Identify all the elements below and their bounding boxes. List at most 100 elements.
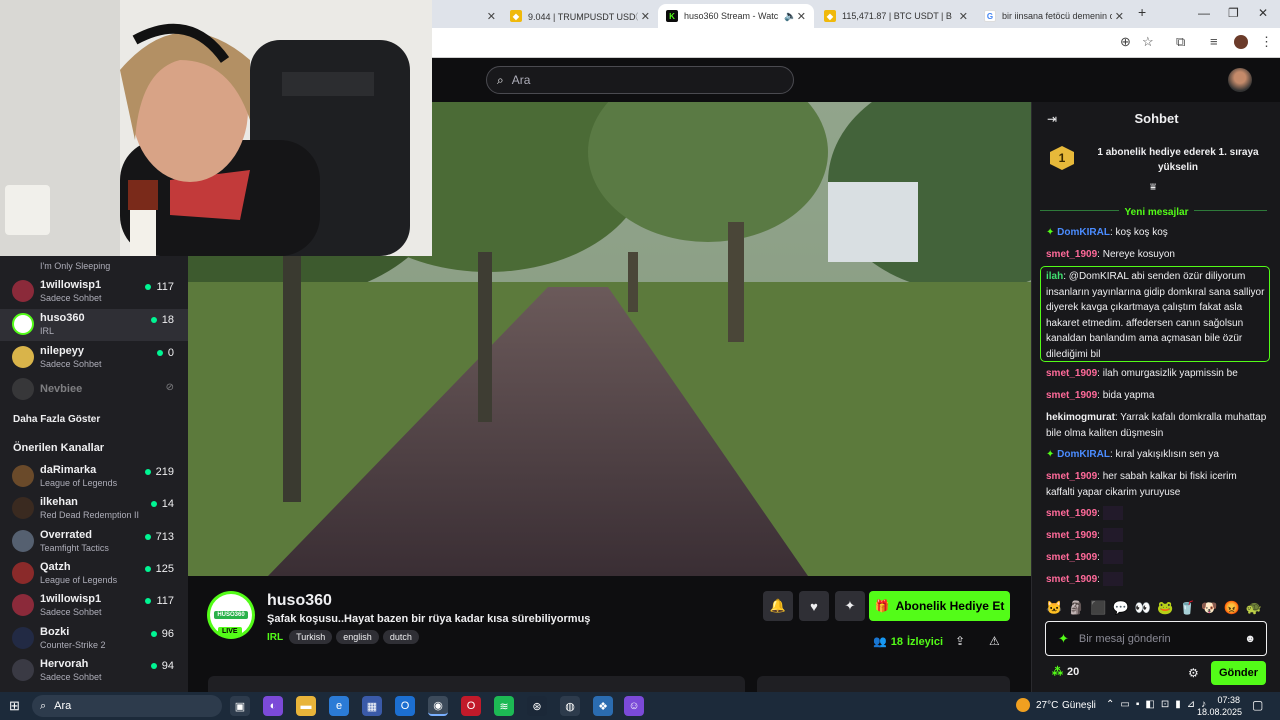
chat-username[interactable]: smet_1909 — [1046, 552, 1097, 563]
share-icon[interactable]: ⇪ — [955, 634, 965, 648]
zoom-icon[interactable]: ⊕ — [1120, 34, 1131, 50]
emote-cat-icon[interactable]: 🐱 — [1046, 600, 1062, 616]
emote-frog-icon[interactable]: 🐸 — [1157, 600, 1173, 616]
boost-button[interactable]: ✦ — [835, 591, 865, 621]
maximize-button[interactable]: ❐ — [1228, 6, 1239, 20]
channel-name[interactable]: huso360 — [267, 592, 332, 610]
chat-message[interactable]: smet_1909: — [1046, 528, 1268, 544]
chat-username[interactable]: smet_1909 — [1046, 249, 1097, 260]
chat-username[interactable]: smet_1909 — [1046, 530, 1097, 541]
app-icon[interactable]: ◍ — [560, 696, 580, 716]
minimize-button[interactable]: — — [1198, 6, 1210, 20]
tag[interactable]: dutch — [382, 630, 419, 644]
search-input[interactable]: ⌕ Ara — [486, 66, 794, 94]
chat-message[interactable]: smet_1909: — [1046, 550, 1268, 566]
expand-icon[interactable]: ⩸ — [1150, 182, 1156, 193]
clock-time[interactable]: 07:38 — [1204, 695, 1240, 705]
chat-message[interactable]: smet_1909: bida yapma — [1046, 388, 1268, 404]
chat-username[interactable]: smet_1909 — [1046, 574, 1097, 585]
close-icon[interactable]: ✕ — [797, 10, 806, 23]
media-control-icon[interactable]: ≡ — [1210, 34, 1218, 49]
chat-message-highlighted[interactable]: ilah: @DomKIRAL abi senden özür diliyoru… — [1046, 269, 1268, 362]
sidebar-channel-item[interactable]: nilepeyy Sadece Sohbet 0 — [0, 342, 188, 374]
chat-username[interactable]: smet_1909 — [1046, 368, 1097, 379]
chat-message[interactable]: smet_1909: her sabah kalkar bi fiski ice… — [1046, 469, 1268, 500]
chat-username[interactable]: DomKIRAL — [1057, 449, 1110, 460]
category-link[interactable]: IRL — [267, 632, 283, 643]
sidebar-channel-item[interactable]: I'm Only Sleeping — [0, 256, 188, 274]
file-explorer-icon[interactable]: ▬ — [296, 696, 316, 716]
tab-google-search[interactable]: G bir iinsana fetöcü demenin ceza ✕ — [976, 4, 1132, 28]
store-icon[interactable]: ▦ — [362, 696, 382, 716]
chat-message[interactable]: smet_1909: — [1046, 506, 1268, 522]
sidebar-channel-item-huso360[interactable]: huso360 IRL 18 — [0, 309, 188, 341]
recommended-channel-item[interactable]: Hervorah Sadece Sohbet 94 — [0, 655, 188, 687]
app-icon-2[interactable]: ❖ — [593, 696, 613, 716]
chat-settings-icon[interactable]: ⚙ — [1188, 666, 1199, 680]
chat-message[interactable]: smet_1909: Nereye kosuyon — [1046, 247, 1268, 263]
pinned-gift-prompt[interactable]: 1 abonelik hediye ederek 1. sıraya yükse… — [1086, 145, 1270, 175]
emote-dots-icon[interactable]: 👀 — [1135, 600, 1151, 616]
chat-username[interactable]: smet_1909 — [1046, 471, 1097, 482]
user-avatar[interactable] — [1228, 68, 1252, 92]
chat-input[interactable]: ✦ Bir mesaj gönderin ☻ — [1045, 621, 1267, 656]
chat-message[interactable]: hekimogmurat: Yarrak kafalı domkralla mu… — [1046, 410, 1268, 441]
speaker-icon[interactable]: 🔈 — [784, 11, 796, 22]
sidebar-channel-item[interactable]: 1willowisp1 Sadece Sohbet 117 — [0, 276, 188, 308]
chat-username[interactable]: hekimogmurat — [1046, 412, 1115, 423]
tab-btcusdt[interactable]: ◆ 115,471.87 | BTC USDT | Bitcoin ✕ — [816, 4, 976, 28]
chat-username[interactable]: DomKIRAL — [1057, 227, 1110, 238]
sidebar-channel-item-offline[interactable]: Nevbiee ⊘ — [0, 374, 188, 406]
steam-icon[interactable]: ⊛ — [527, 696, 547, 716]
recommended-channel-item[interactable]: 1willowisp1 Sadece Sohbet 117 — [0, 590, 188, 622]
new-tab-button[interactable]: + — [1138, 4, 1146, 20]
recommended-channel-item[interactable]: Bozki Counter-Strike 2 96 — [0, 623, 188, 655]
gift-subscription-button[interactable]: 🎁 Abonelik Hediye Et — [869, 591, 1010, 621]
emoji-picker-icon[interactable]: ☻ — [1244, 633, 1256, 645]
edge-icon[interactable]: e — [329, 696, 349, 716]
opera-icon[interactable]: O — [461, 696, 481, 716]
tab-huso360-stream[interactable]: K huso360 Stream - Watch Li 🔈 ✕ — [658, 4, 814, 28]
tab-trumpusdt[interactable]: ◆ 9.044 | TRUMPUSDT USDⓈ-Ma ✕ — [502, 4, 658, 28]
notification-button[interactable]: 🔔 — [763, 591, 793, 621]
show-more-link[interactable]: Daha Fazla Göster — [13, 414, 100, 425]
tab-close-prev[interactable]: ✕ — [482, 4, 496, 28]
chat-message[interactable]: smet_1909: — [1046, 572, 1268, 588]
recommended-channel-item[interactable]: ilkehan Red Dead Redemption II 14 — [0, 493, 188, 525]
clock-date[interactable]: 18.08.2025 — [1196, 707, 1242, 717]
taskbar-search[interactable]: ⌕ Ara — [32, 695, 222, 717]
bookmark-star-icon[interactable]: ☆ — [1142, 34, 1154, 50]
emote-dark-icon[interactable]: ⬛ — [1090, 600, 1106, 616]
follow-button[interactable]: ♥ — [799, 591, 829, 621]
chat-username[interactable]: smet_1909 — [1046, 508, 1097, 519]
chat-message[interactable]: ✦ DomKIRAL: koş koş koş — [1046, 225, 1268, 241]
close-icon[interactable]: ✕ — [641, 10, 650, 23]
emote-face-icon[interactable]: 😡 — [1224, 600, 1240, 616]
close-window-button[interactable]: ✕ — [1258, 6, 1268, 20]
emote-figure-icon[interactable]: 🗿 — [1068, 600, 1084, 616]
emote-chat-icon[interactable]: 💬 — [1113, 600, 1129, 616]
emote-pepe-icon[interactable]: 🐢 — [1246, 600, 1262, 616]
profile-avatar[interactable] — [1234, 35, 1248, 49]
recommended-channel-item[interactable]: Qatzh League of Legends 125 — [0, 558, 188, 590]
discord-icon[interactable]: ☺ — [624, 696, 644, 716]
close-icon[interactable]: ✕ — [959, 10, 968, 23]
chat-message[interactable]: ✦ DomKIRAL: kıral yakışıklısın sen ya — [1046, 447, 1268, 463]
recommended-channel-item[interactable]: Overrated Teamfight Tactics 713 — [0, 526, 188, 558]
weather-temp[interactable]: 27°C — [1036, 700, 1058, 711]
emote-dog-icon[interactable]: 🐶 — [1201, 600, 1217, 616]
close-icon[interactable]: ✕ — [1115, 10, 1124, 23]
browser-menu-icon[interactable]: ⋮ — [1260, 34, 1273, 50]
tag[interactable]: english — [336, 630, 379, 644]
tag[interactable]: Turkish — [289, 630, 333, 644]
chat-username[interactable]: smet_1909 — [1046, 390, 1097, 401]
recommended-channel-item[interactable]: daRimarka League of Legends 219 — [0, 461, 188, 493]
chat-message[interactable]: smet_1909: ilah omurgasizlik yapmissin b… — [1046, 366, 1268, 382]
task-view-icon[interactable]: ▣ — [230, 696, 250, 716]
outlook-icon[interactable]: O — [395, 696, 415, 716]
weather-icon[interactable] — [1016, 698, 1030, 712]
copilot-icon[interactable]: ◐ — [263, 696, 283, 716]
chrome-icon[interactable]: ◉ — [428, 696, 448, 716]
start-icon[interactable]: ⊞ — [9, 698, 20, 714]
send-button[interactable]: Gönder — [1211, 661, 1266, 685]
